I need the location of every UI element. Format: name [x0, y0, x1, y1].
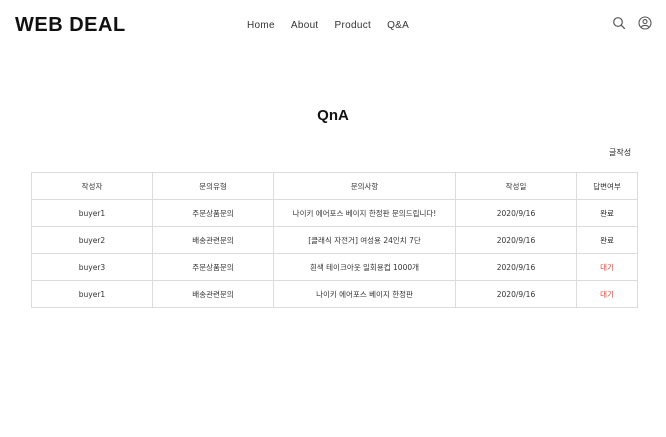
row-status: 대기 [576, 280, 638, 308]
row-status: 대기 [576, 253, 638, 281]
row-author: buyer1 [31, 199, 153, 227]
nav-product[interactable]: Product [335, 20, 372, 31]
col-date: 작성일 [455, 172, 577, 200]
row-type: 주문상품문의 [152, 199, 274, 227]
table-row[interactable]: buyer1 주문상품문의 나이키 에어포스 베이지 한정판 문의드립니다! 2020… [31, 199, 638, 227]
row-date: 2020/9/16 [455, 280, 577, 308]
row-date: 2020/9/16 [455, 226, 577, 254]
nav-about[interactable]: About [291, 20, 319, 31]
table-row[interactable]: buyer3 주문상품문의 흰색 테이크아웃 일회용컵 1000개 2020/9/16… [31, 253, 638, 281]
user-icon[interactable] [638, 15, 652, 30]
write-post-button[interactable]: 글작성 [609, 147, 631, 158]
row-status: 완료 [576, 226, 638, 254]
header-icons [612, 15, 652, 30]
qna-table: 작성자 문의유형 문의사항 작성일 답변여부 buyer1 주문상품문의 나이키 에… [31, 172, 638, 308]
nav-qna[interactable]: Q&A [387, 20, 409, 31]
col-subject: 문의사항 [273, 172, 456, 200]
row-author: buyer3 [31, 253, 153, 281]
row-author: buyer2 [31, 226, 153, 254]
col-author: 작성자 [31, 172, 153, 200]
row-status: 완료 [576, 199, 638, 227]
row-subject[interactable]: 나이키 에어포스 베이지 한정판 문의드립니다! [273, 199, 456, 227]
main-nav: Home About Product Q&A [247, 20, 425, 31]
row-type: 주문상품문의 [152, 253, 274, 281]
row-subject[interactable]: 흰색 테이크아웃 일회용컵 1000개 [273, 253, 456, 281]
col-type: 문의유형 [152, 172, 274, 200]
col-status: 답변여부 [576, 172, 638, 200]
table-row[interactable]: buyer1 배송관련문의 나이키 에어포스 베이지 한정판 2020/9/16 대기 [31, 280, 638, 308]
row-type: 배송관련문의 [152, 226, 274, 254]
table-row[interactable]: buyer2 배송관련문의 [클래식 자전거] 여성용 24인치 7단 2020/9/… [31, 226, 638, 254]
row-subject[interactable]: 나이키 에어포스 베이지 한정판 [273, 280, 456, 308]
row-date: 2020/9/16 [455, 199, 577, 227]
row-date: 2020/9/16 [455, 253, 577, 281]
nav-home[interactable]: Home [247, 20, 275, 31]
page-title: QnA [317, 107, 349, 124]
row-author: buyer1 [31, 280, 153, 308]
row-subject[interactable]: [클래식 자전거] 여성용 24인치 7단 [273, 226, 456, 254]
table-header-row: 작성자 문의유형 문의사항 작성일 답변여부 [31, 172, 638, 200]
site-logo[interactable]: WEB DEAL [15, 14, 126, 37]
search-icon[interactable] [612, 15, 626, 30]
row-type: 배송관련문의 [152, 280, 274, 308]
